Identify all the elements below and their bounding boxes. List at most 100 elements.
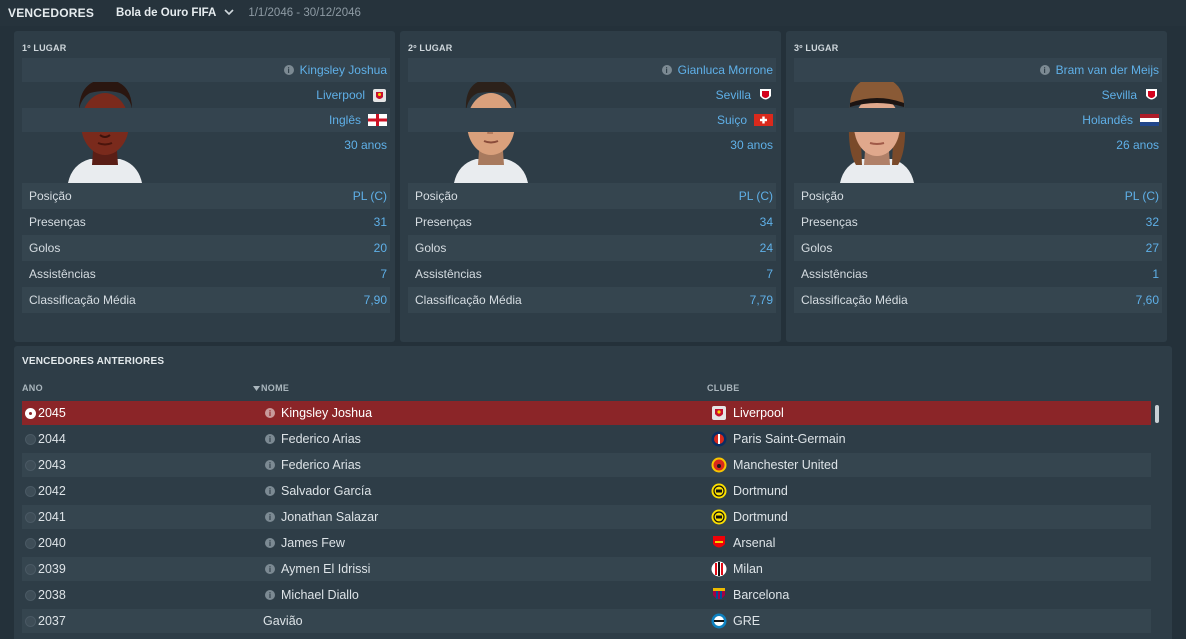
barcelona-crest-icon [713,588,725,599]
arsenal-crest-icon [713,536,725,548]
table-row[interactable]: 2045 i Kingsley Joshua Liverpool [22,401,1151,425]
liverpool-crest-icon [712,406,726,420]
player-nationality[interactable]: Inglês [329,113,361,127]
player-club[interactable]: Sevilla [716,88,751,102]
stat-value: 24 [759,241,773,255]
row-player-name[interactable]: James Few [281,531,345,555]
table-row[interactable]: 2044 i Federico Arias Paris Saint-Germai… [22,427,1151,451]
player-nationality[interactable]: Holandês [1082,113,1133,127]
row-club[interactable]: Dortmund [733,479,788,503]
table-row[interactable]: 2040 i James Few Arsenal [22,531,1151,555]
info-icon[interactable]: i [265,408,275,418]
column-header-year[interactable]: ANO [22,383,43,393]
stat-value: 20 [373,241,387,255]
row-radio[interactable] [25,434,36,445]
stat-row-rating: Classificação Média 7,60 [794,287,1162,313]
stat-label: Assistências [415,267,482,281]
winner-card-2nd: 2º LUGAR i Gianluca Morrone Sevilla Suiç… [400,31,781,342]
info-icon[interactable]: i [661,65,672,75]
row-year: 2037 [38,614,66,628]
row-club[interactable]: Liverpool [733,401,784,425]
table-row[interactable]: 2042 i Salvador García Dortmund [22,479,1151,503]
table-row[interactable]: 2037 Gavião GRE [22,609,1151,633]
player-name-row[interactable]: i Bram van der Meijs [794,58,1162,82]
player-nationality[interactable]: Suiço [717,113,747,127]
row-radio[interactable] [25,616,36,627]
manchester-united-crest-icon [711,457,727,473]
player-name[interactable]: Kingsley Joshua [300,63,387,77]
stat-value: 7,79 [749,293,773,307]
winner-card-1st: 1º LUGAR i Kingsley Joshua Liverpool Ing… [14,31,395,342]
psg-crest-icon [711,431,727,447]
table-row[interactable]: 2041 i Jonathan Salazar Dortmund [22,505,1151,529]
row-club[interactable]: Manchester United [733,453,838,477]
row-radio[interactable] [25,486,36,497]
row-player-name[interactable]: Jonathan Salazar [281,505,378,529]
row-radio[interactable] [25,512,36,523]
england-flag-icon [368,114,387,126]
stat-row-appearances: Presenças 32 [794,209,1162,235]
row-player-name[interactable]: Michael Diallo [281,583,359,607]
row-club[interactable]: Barcelona [733,583,789,607]
info-icon[interactable]: i [265,512,275,522]
sevilla-crest-icon [1146,88,1157,99]
stat-label: Presenças [415,215,472,229]
row-player-name[interactable]: Kingsley Joshua [281,401,372,425]
player-name-row[interactable]: i Gianluca Morrone [408,58,776,82]
chevron-down-icon[interactable] [224,7,234,19]
player-club[interactable]: Liverpool [316,88,365,102]
row-club[interactable]: Arsenal [733,531,775,555]
info-icon[interactable]: i [265,538,275,548]
info-icon[interactable]: i [1039,65,1050,75]
table-row[interactable]: 2038 i Michael Diallo Barcelona [22,583,1151,607]
row-player-name[interactable]: Federico Arias [281,427,361,451]
row-club[interactable]: Milan [733,557,763,581]
info-icon[interactable]: i [265,460,275,470]
player-club-row[interactable]: Sevilla [408,83,776,107]
stat-value: 34 [759,215,773,229]
player-club[interactable]: Sevilla [1102,88,1137,102]
stat-label: Posição [29,189,72,203]
info-icon[interactable]: i [265,590,275,600]
info-icon[interactable]: i [265,564,275,574]
switzerland-flag-icon [754,114,773,126]
row-player-name[interactable]: Gavião [263,609,303,633]
row-club[interactable]: Paris Saint-Germain [733,427,846,451]
table-row[interactable]: 2043 i Federico Arias Manchester United [22,453,1151,477]
row-club[interactable]: GRE [733,609,760,633]
sort-desc-icon[interactable] [253,383,260,393]
row-player-name[interactable]: Aymen El Idrissi [281,557,370,581]
player-name[interactable]: Gianluca Morrone [678,63,773,77]
info-icon[interactable]: i [265,486,275,496]
row-player-name[interactable]: Federico Arias [281,453,361,477]
row-year: 2043 [38,458,66,472]
row-year: 2044 [38,432,66,446]
row-radio[interactable] [25,408,36,419]
player-club-row[interactable]: Liverpool [22,83,390,107]
row-club[interactable]: Dortmund [733,505,788,529]
player-nationality-row[interactable]: Holandês [794,108,1162,132]
player-club-row[interactable]: Sevilla [794,83,1162,107]
column-header-name[interactable]: NOME [261,383,289,393]
row-year: 2040 [38,536,66,550]
player-nationality-row[interactable]: Suiço [408,108,776,132]
player-name-row[interactable]: i Kingsley Joshua [22,58,390,82]
stat-label: Posição [415,189,458,203]
row-radio[interactable] [25,460,36,471]
row-radio[interactable] [25,590,36,601]
competition-selector[interactable]: Bola de Ouro FIFA [116,7,216,19]
row-radio[interactable] [25,564,36,575]
player-name[interactable]: Bram van der Meijs [1056,63,1159,77]
table-row[interactable]: 2039 i Aymen El Idrissi Milan [22,557,1151,581]
info-icon[interactable]: i [265,434,275,444]
stat-row-position: Posição PL (C) [22,183,390,209]
row-radio[interactable] [25,538,36,549]
stat-label: Classificação Média [29,293,136,307]
info-icon[interactable]: i [283,65,294,75]
netherlands-flag-icon [1140,114,1159,126]
table-scrollbar[interactable] [1155,405,1159,423]
player-nationality-row[interactable]: Inglês [22,108,390,132]
place-label: 3º LUGAR [794,43,839,53]
column-header-club[interactable]: CLUBE [707,383,740,393]
row-player-name[interactable]: Salvador García [281,479,371,503]
